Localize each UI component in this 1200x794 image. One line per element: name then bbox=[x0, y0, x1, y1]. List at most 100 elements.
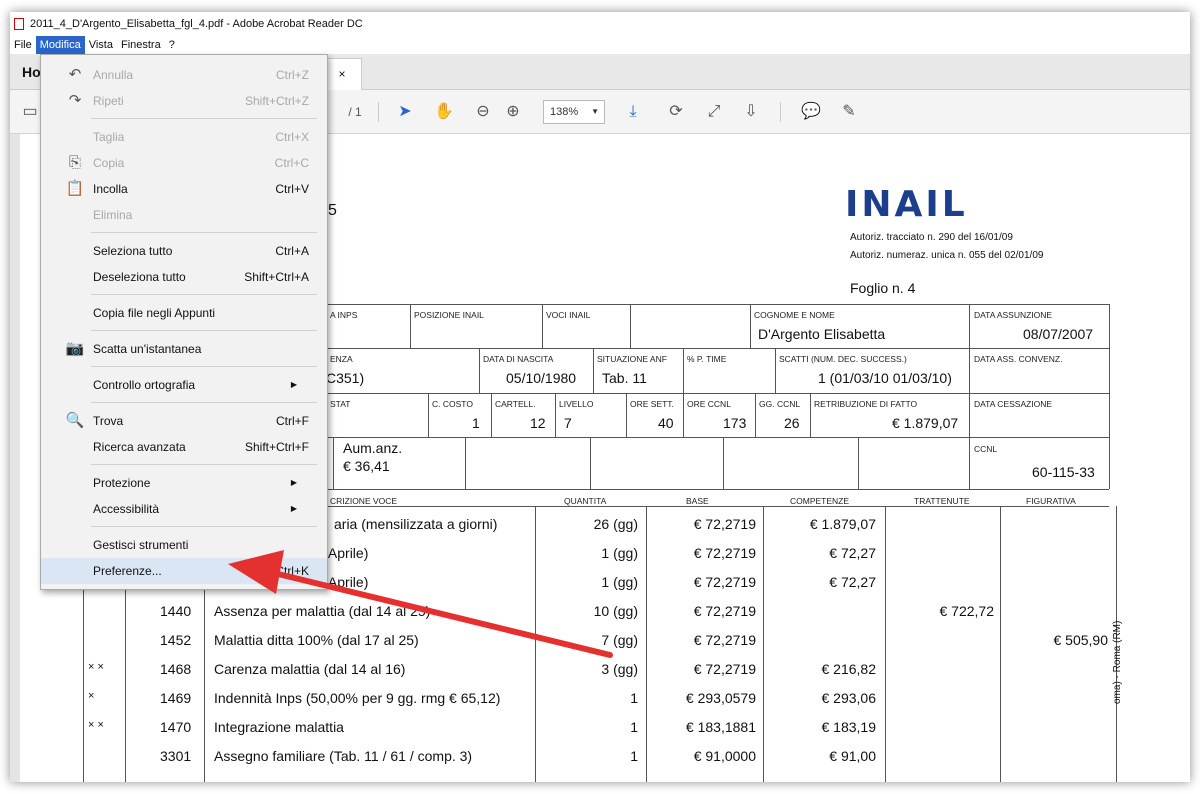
clipboard-icon: 📋 bbox=[65, 180, 85, 197]
menu-item-select-all[interactable]: Seleziona tutto Ctrl+A bbox=[41, 238, 327, 264]
label-livello: LIVELLO bbox=[559, 399, 594, 409]
table-row: × × 1468 Carenza malattia (dal 14 al 16) 3 … bbox=[88, 661, 876, 677]
menu-item-preferences[interactable]: Preferenze... Ctrl+K bbox=[41, 558, 327, 584]
menu-finestra[interactable]: Finestra bbox=[117, 36, 165, 54]
rotate-icon[interactable]: ⟳ bbox=[665, 100, 687, 124]
col-competenze: COMPETENZE bbox=[790, 496, 850, 506]
label-costo: C. COSTO bbox=[432, 399, 473, 409]
page-total: / 1 bbox=[348, 105, 362, 119]
value-ccnl: 60-115-33 bbox=[1032, 464, 1095, 480]
hand-tool-icon[interactable]: ✋ bbox=[432, 100, 456, 124]
table-row: 3301 Assegno familiare (Tab. 11 / 61 / co… bbox=[160, 748, 876, 764]
value-cartell: 12 bbox=[530, 415, 546, 431]
menu-item-spelling[interactable]: Controllo ortografia ▶ bbox=[41, 372, 327, 398]
birth-date: 05/10/1980 bbox=[506, 370, 577, 386]
label-nascita: DATA DI NASCITA bbox=[483, 354, 554, 364]
menu-help[interactable]: ? bbox=[165, 36, 179, 54]
redo-icon: ↷ bbox=[68, 92, 82, 109]
tab-document-close[interactable]: × bbox=[322, 58, 362, 90]
menu-item-copy-file[interactable]: Copia file negli Appunti bbox=[41, 300, 327, 326]
window-title: 2011_4_D'Argento_Elisabetta_fgl_4.pdf - … bbox=[30, 18, 363, 30]
label-data-assunzione: DATA ASSUNZIONE bbox=[974, 310, 1053, 320]
menu-item-snapshot[interactable]: 📷 Scatta un'istantanea bbox=[41, 336, 327, 362]
menu-item-protection[interactable]: Protezione ▶ bbox=[41, 470, 327, 496]
label-cartell: CARTELL. bbox=[495, 399, 536, 409]
submenu-arrow-icon: ▶ bbox=[290, 504, 297, 513]
value-livello: 7 bbox=[564, 415, 572, 431]
pdf-file-icon bbox=[14, 18, 24, 30]
table-row: × 1469 Indennità Inps (50,00% per 9 gg. rm… bbox=[88, 690, 876, 706]
value-anf: Tab. 11 bbox=[602, 370, 647, 386]
inail-logo: INAIL bbox=[845, 184, 968, 225]
menu-item-deselect-all[interactable]: Deseleziona tutto Shift+Ctrl+A bbox=[41, 264, 327, 290]
zoom-select[interactable]: 138% ▼ bbox=[543, 100, 605, 124]
fullscreen-icon[interactable]: ⤢ bbox=[703, 100, 725, 124]
scroll-mode-icon[interactable]: ⇩ bbox=[740, 100, 762, 124]
label-ggccnl: GG. CCNL bbox=[759, 399, 801, 409]
label-enza: ENZA bbox=[330, 354, 353, 364]
fit-page-icon[interactable]: ⤓ bbox=[622, 100, 644, 124]
col-trattenute: TRATTENUTE bbox=[914, 496, 970, 506]
submenu-arrow-icon: ▶ bbox=[290, 478, 297, 487]
title-bar: 2011_4_D'Argento_Elisabetta_fgl_4.pdf - … bbox=[10, 12, 1190, 36]
menu-file[interactable]: File bbox=[10, 36, 36, 54]
menu-modifica[interactable]: Modifica bbox=[35, 36, 85, 54]
value-ggccnl: 26 bbox=[784, 415, 800, 431]
table-row: 1440 Assenza per malattia (dal 14 al 25) 1… bbox=[160, 603, 994, 619]
highlight-pen-icon[interactable]: ✎ bbox=[838, 100, 860, 124]
save-icon[interactable]: ▭ bbox=[20, 100, 40, 124]
menu-item-copy[interactable]: ⎘ Copia Ctrl+C bbox=[41, 150, 327, 176]
value-scatti: 1 (01/03/10 01/03/10) bbox=[818, 370, 952, 386]
value-aumanz: € 36,41 bbox=[343, 458, 390, 474]
label-aumanz: Aum.anz. bbox=[343, 440, 403, 456]
menu-bar: File Modifica Vista Finestra? bbox=[10, 36, 1190, 54]
search-icon: 🔍 bbox=[65, 412, 85, 429]
zoom-in-icon[interactable]: ⊕ bbox=[502, 100, 524, 124]
value-costo: 1 bbox=[472, 415, 480, 431]
select-cursor-icon[interactable]: ➤ bbox=[395, 100, 415, 124]
label-voci-inail: VOCI INAIL bbox=[546, 310, 591, 320]
label-ptime: % P. TIME bbox=[687, 354, 727, 364]
tab-home[interactable]: Ho bbox=[22, 64, 41, 80]
menu-item-advanced-search[interactable]: Ricerca avanzata Shift+Ctrl+F bbox=[41, 434, 327, 460]
label-ccnl: CCNL bbox=[974, 444, 998, 454]
authorization-1: Autoriz. tracciato n. 290 del 16/01/09 bbox=[850, 232, 1013, 243]
menu-item-paste[interactable]: 📋 Incolla Ctrl+V bbox=[41, 176, 327, 202]
label-oreccnl: ORE CCNL bbox=[687, 399, 731, 409]
undo-icon: ↶ bbox=[68, 66, 82, 83]
table-row: 1452 Malattia ditta 100% (dal 17 al 25) 7 … bbox=[160, 632, 1108, 648]
col-figurativa: FIGURATIVA bbox=[1026, 496, 1076, 506]
camera-icon: 📷 bbox=[65, 340, 85, 357]
menu-vista[interactable]: Vista bbox=[85, 36, 117, 54]
comment-icon[interactable]: 💬 bbox=[800, 100, 822, 124]
label-cessazione: DATA CESSAZIONE bbox=[974, 399, 1053, 409]
table-row: × × 1470 Integrazione malattia 1 € 183,1881 €… bbox=[88, 719, 876, 735]
menu-item-delete[interactable]: Elimina bbox=[41, 202, 327, 228]
label-oresett: ORE SETT. bbox=[630, 399, 674, 409]
menu-item-manage-tools[interactable]: Gestisci strumenti bbox=[41, 532, 327, 558]
left-panel-strip[interactable] bbox=[10, 134, 20, 782]
submenu-arrow-icon: ▶ bbox=[290, 380, 297, 389]
authorization-2: Autoriz. numeraz. unica n. 055 del 02/01… bbox=[850, 250, 1044, 261]
value-oreccnl: 173 bbox=[723, 415, 747, 431]
label-cognome: COGNOME E NOME bbox=[754, 310, 835, 320]
label-inps: A INPS bbox=[330, 310, 358, 320]
value-retribuzione: € 1.879,07 bbox=[892, 415, 959, 431]
col-quantita: QUANTITA bbox=[564, 496, 607, 506]
label-anf: SITUAZIONE ANF bbox=[597, 354, 667, 364]
zoom-out-icon[interactable]: ⊖ bbox=[472, 100, 494, 124]
menu-item-accessibility[interactable]: Accessibilità ▶ bbox=[41, 496, 327, 522]
menu-item-cut[interactable]: Taglia Ctrl+X bbox=[41, 124, 327, 150]
label-retribuzione: RETRIBUZIONE DI FATTO bbox=[814, 399, 918, 409]
menu-item-redo[interactable]: ↷ Ripeti Shift+Ctrl+Z bbox=[41, 88, 327, 114]
col-descrizione: CRIZIONE VOCE bbox=[330, 496, 398, 506]
sheet-number: Foglio n. 4 bbox=[850, 280, 916, 296]
col-base: BASE bbox=[686, 496, 709, 506]
menu-item-undo[interactable]: ↶ Annulla Ctrl+Z bbox=[41, 62, 327, 88]
employee-name: D'Argento Elisabetta bbox=[758, 326, 886, 342]
copy-icon: ⎘ bbox=[68, 154, 81, 171]
value-c351: C351) bbox=[326, 370, 365, 386]
hire-date: 08/07/2007 bbox=[1023, 326, 1094, 342]
vertical-address-text: oma) - Roma (RM) bbox=[1112, 620, 1123, 704]
menu-item-find[interactable]: 🔍 Trova Ctrl+F bbox=[41, 408, 327, 434]
